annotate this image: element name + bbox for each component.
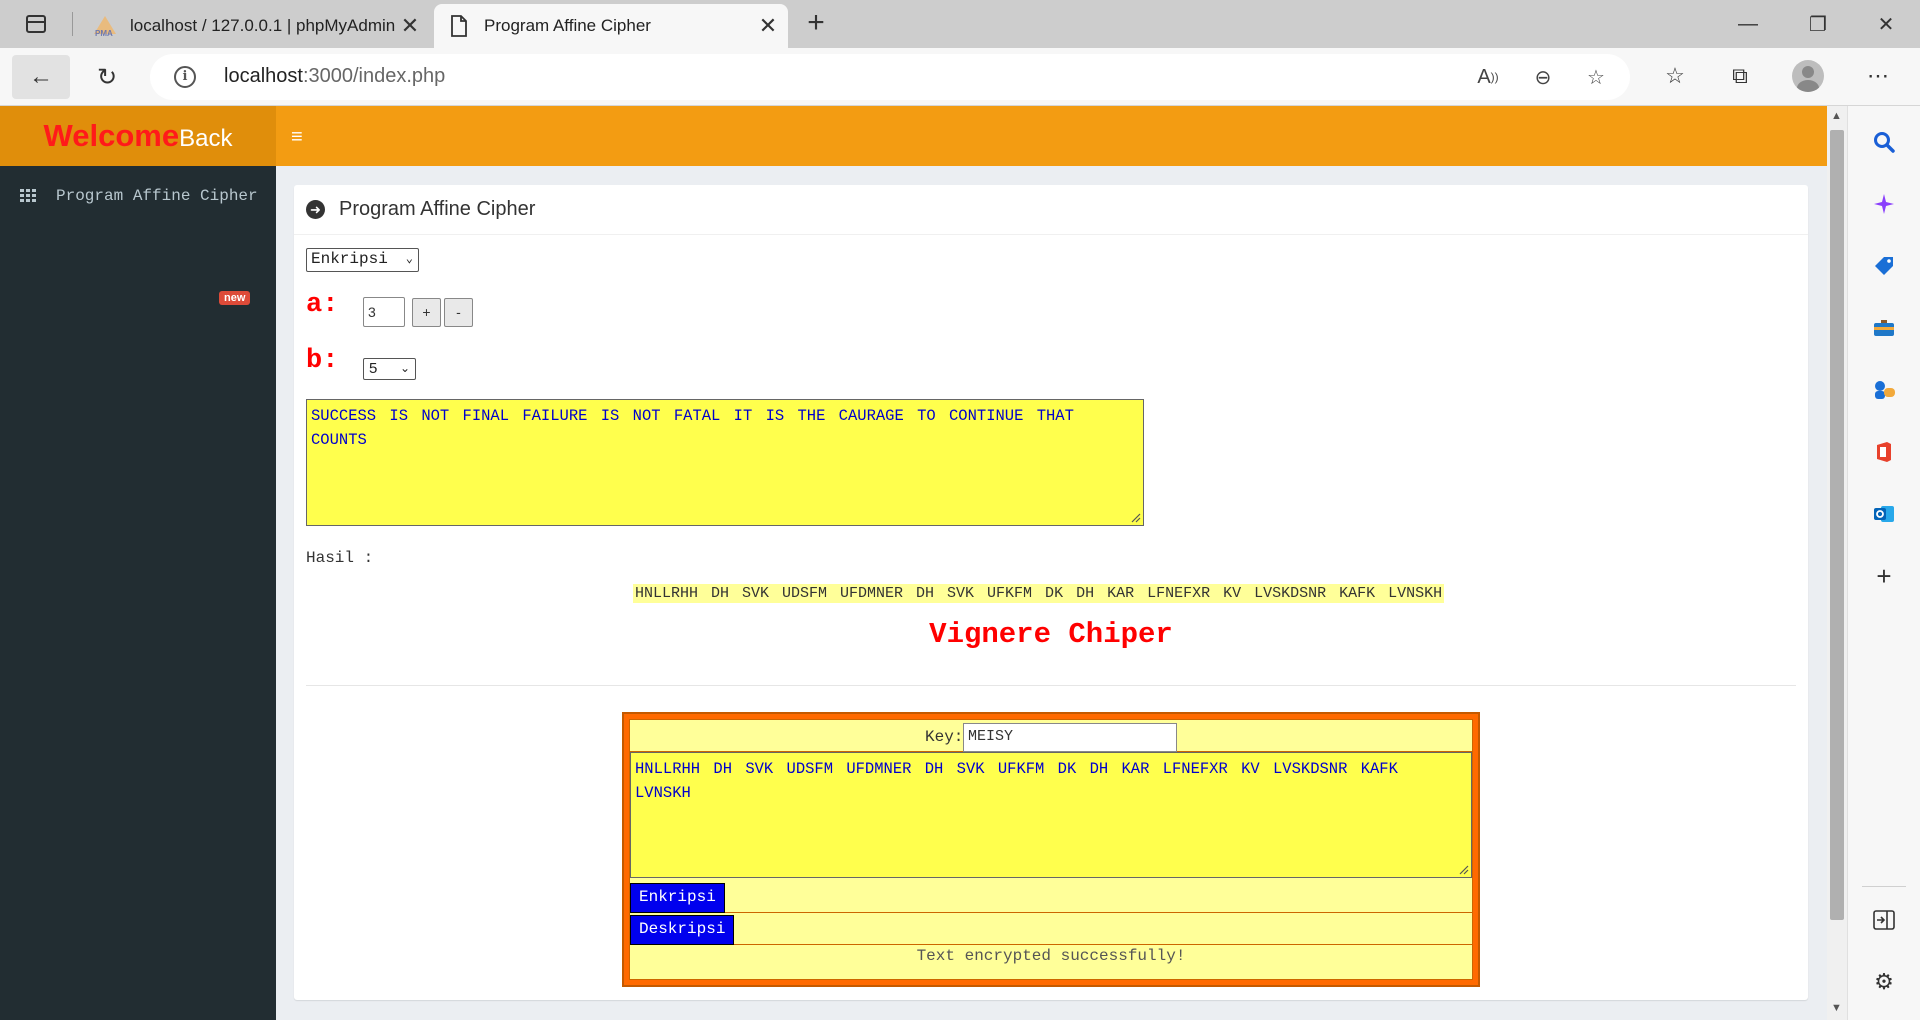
chevron-down-icon: ⌄ [405,252,413,266]
shopping-tag-icon[interactable] [1868,250,1900,282]
close-window-icon[interactable]: ✕ [1858,6,1914,42]
tab-close-icon[interactable]: ✕ [396,12,424,40]
tab-title: localhost / 127.0.0.1 | phpMyAdmin [130,16,396,35]
sidebar-item-label: Program Affine Cipher [56,187,258,205]
read-aloud-icon[interactable]: A)) [1470,62,1506,92]
key-row: Key: MEISY [630,720,1472,752]
tools-briefcase-icon[interactable] [1868,312,1900,344]
new-tab-icon[interactable]: + [800,8,832,40]
add-favorite-icon[interactable]: ☆ [1578,62,1614,92]
back-arrow-icon[interactable]: ← [12,55,70,99]
key-input[interactable]: MEISY [963,723,1177,752]
divider [306,685,1796,686]
content-box: ➜ Program Affine Cipher Enkripsi ⌄ a: 3 … [294,185,1808,1000]
add-icon[interactable]: + [1868,560,1900,592]
result-text: HNLLRHH DH SVK UDSFM UFDMNER DH SVK UFKF… [633,584,1445,603]
app-topbar: Welcome Back ≡ [0,106,1827,166]
minimize-icon[interactable]: — [1720,6,1776,42]
edge-sidebar: + ⚙ [1847,106,1920,1020]
vigenere-panel: Key: MEISY HNLLRHH DH SVK UDSFM UFDMNER … [622,712,1480,987]
arrow-circle-right-icon: ➜ [306,200,325,219]
plaintext-input[interactable]: SUCCESS IS NOT FINAL FAILURE IS NOT FATA… [306,399,1144,526]
browser-tab-bar: PMA localhost / 127.0.0.1 | phpMyAdmin ✕… [0,0,1920,48]
reload-icon[interactable]: ↻ [78,55,136,99]
search-icon[interactable] [1868,126,1900,158]
box-header: ➜ Program Affine Cipher [294,185,1808,235]
scroll-thumb[interactable] [1830,130,1844,920]
outlook-icon[interactable] [1868,498,1900,530]
profile-avatar[interactable] [1792,60,1824,92]
settings-gear-icon[interactable]: ⚙ [1868,966,1900,998]
address-toolbar: ← ↻ i localhost:3000/index.php A)) ⊖ ☆ [0,48,1920,106]
mode-select[interactable]: Enkripsi ⌄ [306,248,419,272]
decrypt-row: Deskripsi [630,913,1472,945]
encrypt-row: Enkripsi [630,881,1472,913]
restore-icon[interactable]: ❐ [1790,6,1846,42]
hide-sidebar-icon[interactable] [1868,904,1900,936]
phpmyadmin-icon: PMA [92,13,118,39]
page-icon [446,13,472,39]
key-label: Key: [925,728,964,746]
encrypt-button[interactable]: Enkripsi [630,883,725,913]
scroll-up-icon[interactable]: ▲ [1831,110,1842,122]
chevron-down-icon: ⌄ [399,361,410,375]
page-scrollbar[interactable]: ▲ ▼ [1827,106,1847,1020]
tab-actions-icon [26,15,46,33]
more-menu-icon[interactable]: ⋯ [1858,58,1898,94]
scroll-down-icon[interactable]: ▼ [1831,1002,1842,1014]
result-label: Hasil : [306,549,374,567]
decrypt-button[interactable]: Deskripsi [630,915,735,945]
office-icon[interactable] [1868,436,1900,468]
a-input[interactable]: 3 [363,297,405,327]
tab-phpmyadmin[interactable]: PMA localhost / 127.0.0.1 | phpMyAdmin ✕ [80,4,430,48]
b-select[interactable]: 5 ⌄ [363,358,416,380]
sidebar-item-affine-cipher[interactable]: Program Affine Cipher [20,184,270,208]
tab-title: Program Affine Cipher [484,16,651,35]
vigenere-title: Vignere Chiper [929,618,1173,651]
b-label: b: [306,346,339,376]
a-plus-button[interactable]: + [412,298,441,327]
favorites-icon[interactable]: ☆ [1655,58,1695,94]
svg-text:PMA: PMA [95,29,113,38]
vigenere-form: Key: MEISY HNLLRHH DH SVK UDSFM UFDMNER … [629,719,1473,980]
zoom-out-icon[interactable]: ⊖ [1525,62,1561,92]
status-message: Text encrypted successfully! [916,947,1186,965]
divider [1862,886,1906,887]
a-minus-button[interactable]: - [444,298,473,327]
page-viewport: Welcome Back ≡ Program Affine Cipher new… [0,106,1827,1020]
a-label: a: [306,290,339,320]
box-title: Program Affine Cipher [339,198,536,220]
tab-separator [72,12,73,36]
copilot-sparkle-icon[interactable] [1868,188,1900,220]
url-bar[interactable]: i localhost:3000/index.php A)) ⊖ ☆ [150,54,1630,100]
tab-close-icon[interactable]: ✕ [754,12,782,40]
resize-grip-icon[interactable] [1457,863,1469,875]
brand-sub: Back [179,125,233,152]
vigenere-textarea[interactable]: HNLLRHH DH SVK UDSFM UFDMNER DH SVK UFKF… [630,752,1472,878]
info-icon[interactable]: i [174,66,196,88]
brand-main: Welcome [43,118,180,153]
grid-icon [20,189,38,203]
tab-actions-button[interactable] [14,8,58,40]
url-text[interactable]: localhost:3000/index.php [224,65,445,88]
collections-icon[interactable]: ⧉ [1720,58,1760,94]
new-badge: new [219,291,251,305]
brand-logo[interactable]: Welcome Back [0,106,276,166]
resize-grip-icon[interactable] [1129,511,1141,523]
games-icon[interactable] [1868,374,1900,406]
menu-toggle-icon[interactable]: ≡ [291,126,303,149]
tab-affine-cipher[interactable]: Program Affine Cipher ✕ [434,4,788,48]
